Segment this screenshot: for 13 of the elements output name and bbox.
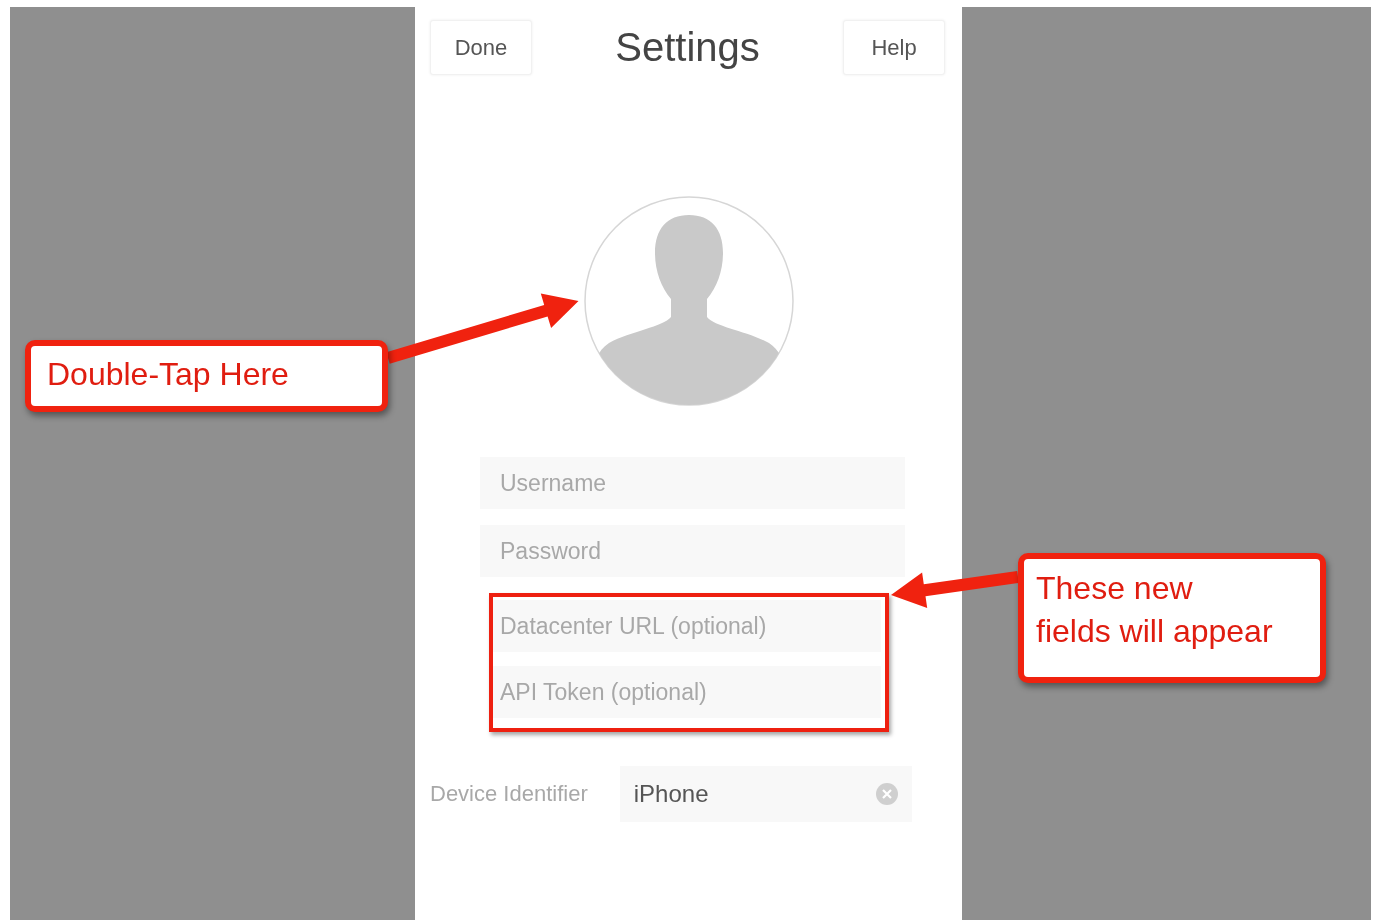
avatar-icon[interactable] (582, 195, 795, 407)
device-identifier-field[interactable]: iPhone (619, 766, 912, 822)
clear-icon[interactable] (875, 783, 898, 805)
help-button[interactable]: Help (843, 20, 945, 75)
screen-title: Settings (615, 25, 760, 70)
done-button[interactable]: Done (430, 20, 532, 75)
callout: Double-Tap Here (25, 340, 388, 412)
text-field[interactable]: Username (480, 457, 905, 509)
field-label: Device Identifier (430, 781, 588, 807)
text-field[interactable]: API Token (optional) (493, 666, 881, 718)
text-field[interactable]: Datacenter URL (optional) (493, 600, 881, 652)
text-field[interactable]: Password (480, 525, 905, 577)
callout: These new fields will appear (1018, 553, 1326, 683)
